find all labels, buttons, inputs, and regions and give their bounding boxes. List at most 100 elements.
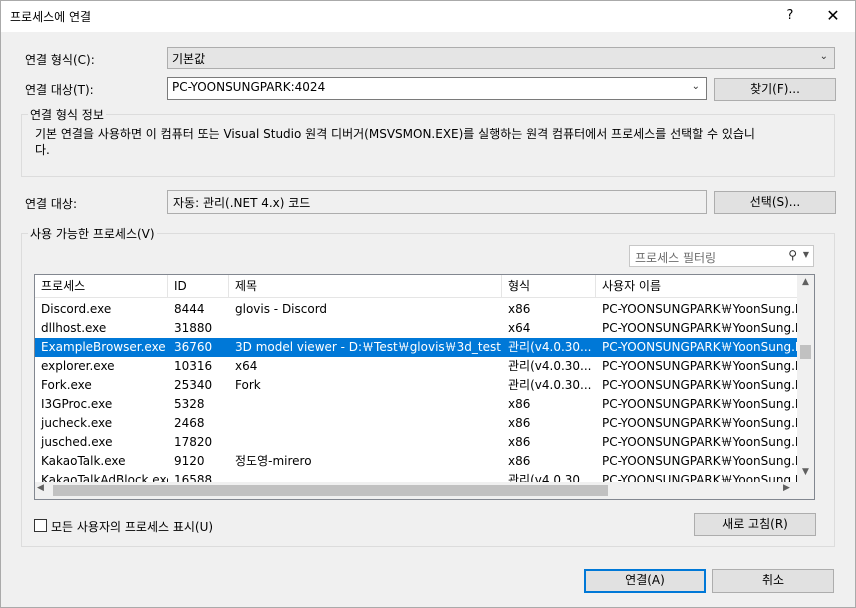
find-button[interactable]: 찾기(F)... — [714, 78, 836, 101]
cell-type: x86 — [508, 454, 531, 468]
connection-type-value: 기본값 — [172, 52, 206, 66]
cell-user: PC-YOONSUNGPARK￦YoonSung.Pa — [602, 359, 797, 373]
process-row[interactable]: jucheck.exe 2468 x86 PC-YOONSUNGPARK￦YoonSu… — [35, 414, 797, 433]
scroll-right-icon[interactable]: ▶ — [783, 483, 790, 493]
cell-title: glovis - Discord — [235, 302, 328, 316]
help-button[interactable]: ? — [776, 5, 804, 29]
cell-process: ExampleBrowser.exe — [41, 340, 166, 354]
column-header-user[interactable]: 사용자 이름 — [596, 275, 797, 298]
cell-id: 25340 — [174, 378, 213, 392]
cell-user: PC-YOONSUNGPARK￦YoonSung.Pa — [602, 397, 797, 411]
cell-title — [229, 395, 502, 414]
process-filter-input[interactable]: 프로세스 필터링 ⚲ ▼ — [629, 245, 814, 267]
cancel-button[interactable]: 취소 — [712, 569, 834, 593]
cell-process: jusched.exe — [41, 435, 113, 449]
attach-button[interactable]: 연결(A) — [584, 569, 706, 593]
cell-title: 정도영-mirero — [235, 454, 312, 468]
cell-title — [229, 319, 502, 338]
title-bar: 프로세스에 연결 ? ✕ — [1, 1, 855, 32]
cell-title: Fork — [235, 378, 261, 392]
cell-id: 2468 — [174, 416, 205, 430]
cell-type: 관리(v4.0.30... — [508, 378, 592, 392]
cell-process: Discord.exe — [41, 302, 112, 316]
process-row[interactable]: Discord.exe 8444 glovis - Discord x86 PC-YOO… — [35, 300, 797, 319]
select-code-type-button[interactable]: 선택(S)... — [714, 191, 836, 214]
column-header-title[interactable]: 제목 — [229, 275, 502, 298]
cell-type: 관리(v4.0.30... — [508, 359, 592, 373]
cell-user: PC-YOONSUNGPARK￦YoonSung.Pa — [602, 416, 797, 430]
cell-type: x86 — [508, 435, 531, 449]
process-list[interactable]: 프로세스 ID 제목 형식 사용자 이름 Discord.exe 8444 glov… — [34, 274, 815, 500]
cell-type: x86 — [508, 302, 531, 316]
process-row[interactable]: ExampleBrowser.exe 36760 3D model viewer -… — [35, 338, 797, 357]
filter-dropdown-icon[interactable]: ▼ — [803, 250, 809, 259]
available-processes-title: 사용 가능한 프로세스(V) — [28, 225, 157, 242]
cell-title — [229, 433, 502, 452]
cell-id: 17820 — [174, 435, 213, 449]
scroll-left-icon[interactable]: ◀ — [37, 483, 44, 493]
cell-type: x86 — [508, 416, 531, 430]
close-button[interactable]: ✕ — [819, 5, 847, 29]
attach-to-value: 자동: 관리(.NET 4.x) 코드 — [173, 196, 311, 210]
cell-user: PC-YOONSUNGPARK￦YoonSung.Pa — [602, 321, 797, 335]
cell-user: PC-YOONSUNGPARK￦YoonSung.Pa — [602, 435, 797, 449]
scroll-up-icon[interactable]: ▲ — [797, 277, 814, 287]
process-row[interactable]: jusched.exe 17820 x86 PC-YOONSUNGPARK￦YoonS… — [35, 433, 797, 452]
process-row[interactable]: KakaoTalk.exe 9120 정도영-mirero x86 PC-YOONSUN… — [35, 452, 797, 471]
column-header-id[interactable]: ID — [168, 275, 229, 298]
cell-process: KakaoTalk.exe — [41, 454, 126, 468]
connection-type-dropdown[interactable]: 기본값 ⌄ — [167, 47, 835, 69]
horizontal-scroll-thumb[interactable] — [53, 485, 608, 496]
column-header-type[interactable]: 형식 — [502, 275, 596, 298]
process-row[interactable]: Fork.exe 25340 Fork 관리(v4.0.30... PC-YOONSUN… — [35, 376, 797, 395]
cell-type: x86 — [508, 397, 531, 411]
show-all-users-label[interactable]: 모든 사용자의 프로세스 표시(U) — [51, 518, 213, 535]
process-row[interactable]: explorer.exe 10316 x64 관리(v4.0.30... PC-YOON… — [35, 357, 797, 376]
cell-user: PC-YOONSUNGPARK￦YoonSung.Pa — [602, 302, 797, 316]
process-list-header: 프로세스 ID 제목 형식 사용자 이름 — [35, 275, 797, 298]
cell-id: 10316 — [174, 359, 213, 373]
cell-user: PC-YOONSUNGPARK￦YoonSung.Pa — [602, 340, 797, 354]
cell-type: x64 — [508, 321, 531, 335]
attach-to-process-dialog: 프로세스에 연결 ? ✕ 연결 형식(C): 기본값 ⌄ 연결 대상(T): P… — [0, 0, 856, 608]
vertical-scrollbar[interactable]: ▲ ▼ — [797, 275, 814, 483]
cell-id: 9120 — [174, 454, 205, 468]
search-icon[interactable]: ⚲ — [788, 248, 797, 262]
cell-user: PC-YOONSUNGPARK￦YoonSung.Pa — [602, 378, 797, 392]
refresh-button[interactable]: 새로 고침(R) — [694, 513, 816, 536]
cell-id: 5328 — [174, 397, 205, 411]
connection-target-value: PC-YOONSUNGPARK:4024 — [172, 80, 326, 94]
cell-id: 31880 — [174, 321, 213, 335]
cell-id: 36760 — [174, 340, 213, 354]
show-all-users-checkbox[interactable] — [34, 519, 47, 532]
connection-type-label: 연결 형식(C): — [25, 53, 95, 67]
attach-to-field: 자동: 관리(.NET 4.x) 코드 — [167, 190, 707, 214]
horizontal-scrollbar[interactable]: ◀ ▶ — [35, 482, 814, 499]
dialog-title: 프로세스에 연결 — [10, 10, 92, 24]
cell-id: 8444 — [174, 302, 205, 316]
chevron-down-icon: ⌄ — [819, 51, 828, 62]
cell-title — [229, 414, 502, 433]
cell-process: I3GProc.exe — [41, 397, 113, 411]
process-row[interactable]: I3GProc.exe 5328 x86 PC-YOONSUNGPARK￦YoonSu… — [35, 395, 797, 414]
cell-process: Fork.exe — [41, 378, 92, 392]
cell-title: x64 — [235, 359, 258, 373]
connection-type-info-text-1: 기본 연결을 사용하면 이 컴퓨터 또는 Visual Studio 원격 디버… — [35, 127, 755, 141]
connection-type-info-group — [21, 114, 835, 177]
process-filter-placeholder: 프로세스 필터링 — [635, 251, 717, 265]
cell-type: 관리(v4.0.30... — [508, 340, 592, 354]
attach-to-label: 연결 대상: — [25, 197, 78, 211]
cell-process: jucheck.exe — [41, 416, 113, 430]
cell-process: explorer.exe — [41, 359, 115, 373]
cell-user: PC-YOONSUNGPARK￦YoonSung.Pa — [602, 454, 797, 468]
cell-process: dllhost.exe — [41, 321, 107, 335]
column-header-process[interactable]: 프로세스 — [35, 275, 168, 298]
cell-title: 3D model viewer - D:￦Test￦glovis￦3d_test… — [235, 340, 502, 354]
scroll-down-icon[interactable]: ▼ — [797, 467, 814, 477]
connection-type-info-title: 연결 형식 정보 — [28, 106, 106, 123]
connection-type-info-text-2: 다. — [35, 143, 50, 157]
connection-target-combobox[interactable]: PC-YOONSUNGPARK:4024 ⌄ — [167, 77, 707, 100]
vertical-scroll-thumb[interactable] — [800, 345, 811, 359]
process-row[interactable]: dllhost.exe 31880 x64 PC-YOONSUNGPARK￦YoonS… — [35, 319, 797, 338]
chevron-down-icon[interactable]: ⌄ — [692, 81, 700, 92]
